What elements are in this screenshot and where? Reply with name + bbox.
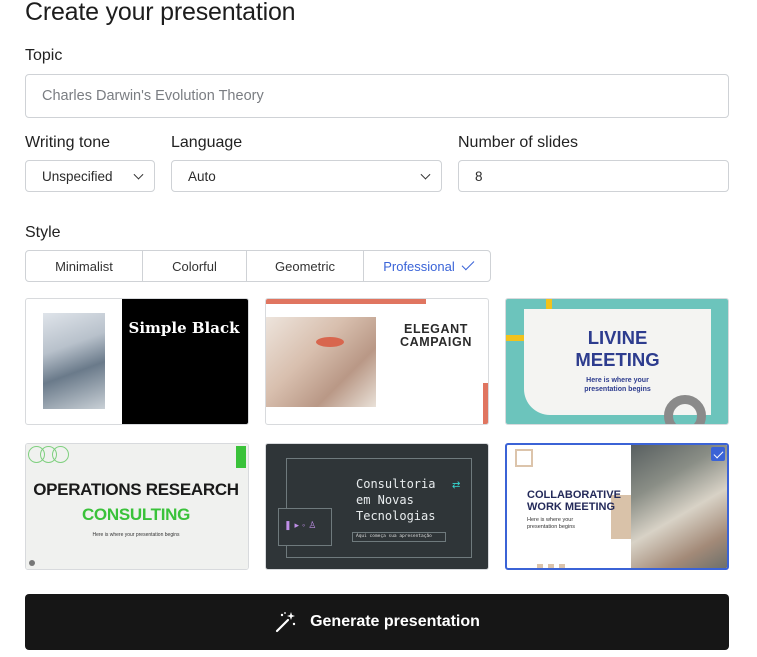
template-accent-shape — [546, 299, 552, 309]
template-dot — [29, 560, 35, 566]
style-option-geometric[interactable]: Geometric — [247, 251, 364, 281]
style-option-professional-label: Professional — [383, 258, 455, 274]
topic-label: Topic — [25, 47, 63, 64]
generate-presentation-button[interactable]: Generate presentation — [25, 594, 729, 650]
template-dots — [537, 557, 570, 568]
magic-wand-icon — [275, 612, 296, 633]
template-card-consultoria[interactable]: ❚▸◦♙ Consultoria em Novas Tecnologias ⇄ … — [265, 443, 489, 570]
template-accent-shape — [506, 335, 524, 341]
style-segmented-control: Minimalist Colorful Geometric Profession… — [25, 250, 491, 282]
generate-button-label: Generate presentation — [310, 613, 480, 630]
template-thumbnail-photo — [266, 317, 376, 407]
language-label: Language — [171, 134, 243, 151]
template-accent-bar — [483, 383, 488, 424]
template-media-icons: ❚▸◦♙ — [284, 520, 320, 530]
template-title-line: Tecnologias — [356, 509, 436, 523]
language-select[interactable]: Auto — [171, 160, 442, 192]
template-card-simple-black[interactable]: Simple Black — [25, 298, 249, 425]
style-option-minimalist[interactable]: Minimalist — [26, 251, 143, 281]
slides-input[interactable]: 8 — [458, 160, 729, 192]
template-thumbnail-photo — [43, 313, 105, 409]
template-card-elegant-campaign[interactable]: ELEGANT CAMPAIGN — [265, 298, 489, 425]
style-label: Style — [25, 224, 61, 241]
writing-tone-select[interactable]: Unspecified — [25, 160, 155, 192]
template-square-shape — [515, 449, 533, 467]
template-accent-shape — [236, 446, 246, 468]
template-title: COLLABORATIVE WORK MEETING — [527, 489, 621, 513]
template-thumbnail-photo — [631, 445, 727, 568]
style-option-colorful[interactable]: Colorful — [143, 251, 247, 281]
template-title: OPERATIONS RESEARCH — [33, 480, 239, 499]
writing-tone-value: Unspecified — [42, 168, 113, 184]
template-subtitle-line: presentation begins — [584, 386, 651, 393]
template-subtitle: Here is where your presentation begins — [527, 517, 575, 531]
template-title-line: WORK MEETING — [527, 501, 615, 513]
template-title-line: MEETING — [575, 349, 660, 370]
template-circle-shape — [52, 446, 69, 463]
template-title-line: CAMPAIGN — [400, 335, 472, 349]
template-card-collaborative-work[interactable]: COLLABORATIVE WORK MEETING Here is where… — [505, 443, 729, 570]
template-title-line: COLLABORATIVE — [527, 489, 621, 501]
template-accent-bar — [266, 299, 426, 304]
slides-label: Number of slides — [458, 134, 579, 151]
template-title-accent: CONSULTING — [81, 505, 191, 524]
chevron-down-icon — [133, 169, 144, 180]
topic-input[interactable]: Charles Darwin's Evolution Theory — [25, 74, 729, 118]
template-title: Consultoria em Novas Tecnologias — [356, 476, 435, 524]
chevron-down-icon — [420, 169, 431, 180]
template-card-operations-research[interactable]: OPERATIONS RESEARCH CONSULTING Here is w… — [25, 443, 249, 570]
template-subtitle-line: presentation begins — [527, 524, 576, 530]
writing-tone-label: Writing tone — [25, 134, 111, 151]
template-photo-detail — [316, 337, 344, 347]
template-subtitle: Aqui começa sua apresentação — [352, 532, 446, 542]
check-icon — [461, 257, 475, 271]
template-subtitle-line: Here is where your — [586, 377, 649, 384]
template-title: LIVINE MEETING — [524, 327, 711, 371]
language-value: Auto — [188, 168, 216, 184]
template-subtitle-line: Here is where your — [527, 517, 574, 523]
template-title-line: em Novas — [356, 493, 414, 507]
template-subtitle: Here is where your presentation begins — [524, 376, 711, 394]
template-title: Simple Black — [128, 319, 240, 337]
page-title: Create your presentation — [25, 0, 296, 26]
template-dark-panel — [122, 299, 248, 424]
template-title-line: LIVINE — [587, 327, 648, 348]
selected-check-icon — [711, 447, 725, 461]
template-arrows-icon: ⇄ — [452, 480, 461, 491]
style-option-professional[interactable]: Professional — [364, 251, 490, 281]
template-title-line: Consultoria — [356, 477, 436, 491]
template-subtitle: Here is where your presentation begins — [92, 532, 180, 538]
template-card-livine-meeting[interactable]: LIVINE MEETING Here is where your presen… — [505, 298, 729, 425]
template-title: ELEGANT CAMPAIGN — [386, 323, 486, 349]
